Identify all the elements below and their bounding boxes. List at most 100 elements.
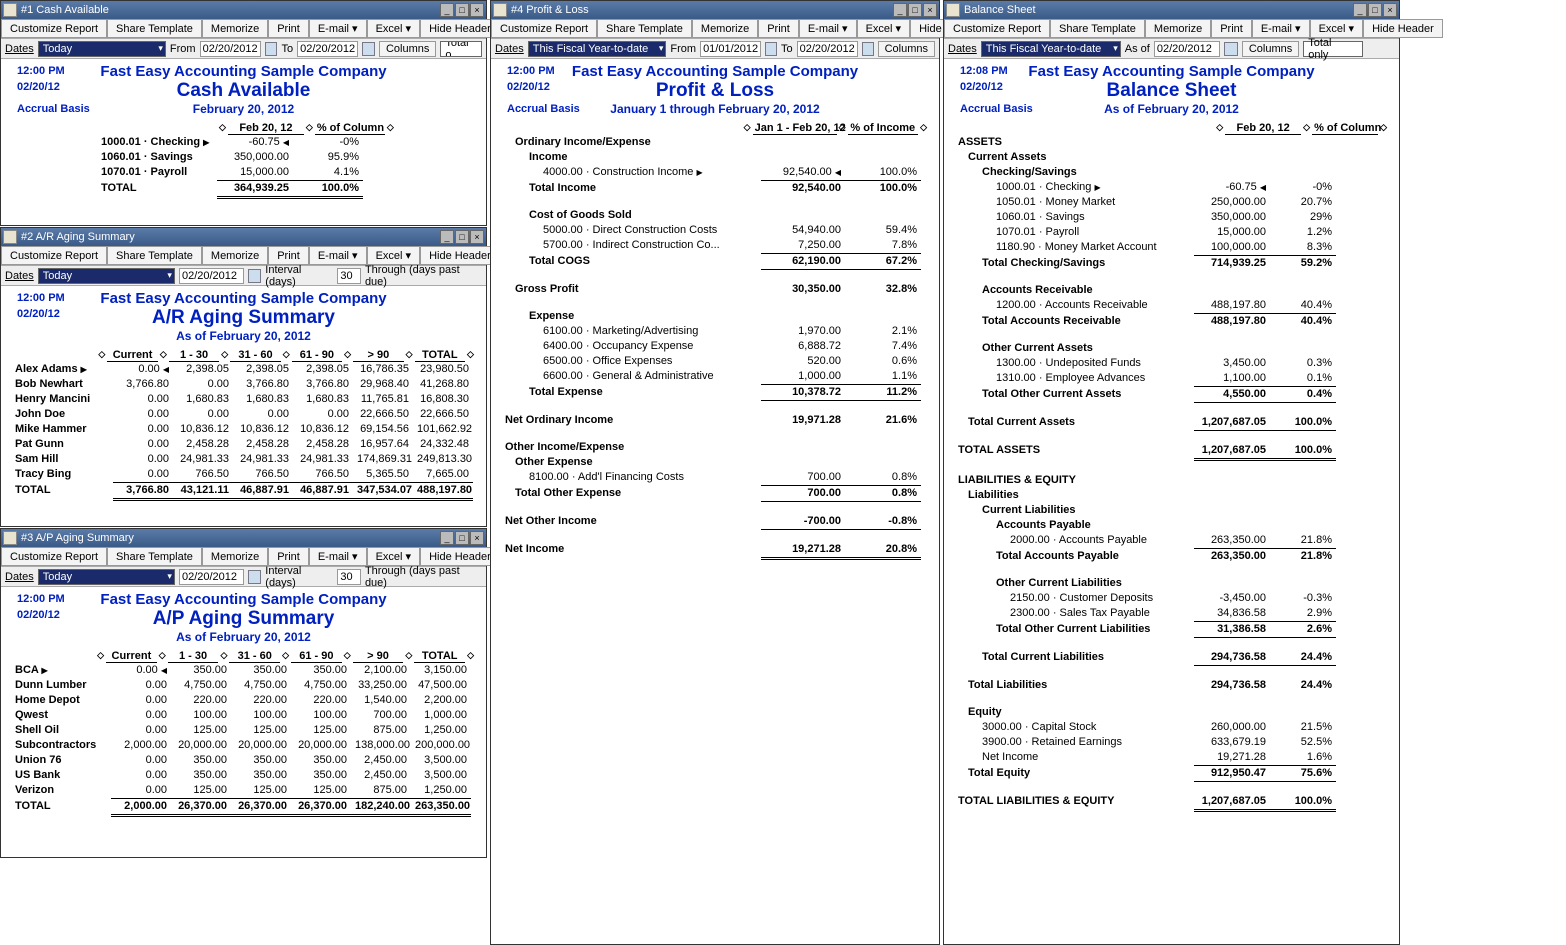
section-header[interactable]: Current Assets — [954, 150, 1389, 165]
close-button[interactable]: × — [470, 3, 484, 17]
section-header[interactable]: Expense — [501, 309, 929, 324]
table-row[interactable]: Union 760.00350.00350.00350.002,450.003,… — [11, 753, 476, 768]
table-row[interactable]: 2000.00 · Accounts Payable263,350.0021.8… — [954, 533, 1389, 549]
table-row[interactable]: 5700.00 · Indirect Construction Co...7,2… — [501, 238, 929, 254]
calendar-icon[interactable] — [362, 42, 375, 56]
table-row[interactable]: 1070.01 · Payroll15,000.004.1% — [97, 165, 476, 181]
table-row[interactable]: Total Accounts Payable263,350.0021.8% — [954, 549, 1389, 564]
section-header[interactable]: Current Liabilities — [954, 503, 1389, 518]
table-row[interactable]: John Doe0.000.000.000.0022,666.5022,666.… — [11, 407, 476, 422]
table-row[interactable]: Total Checking/Savings714,939.2559.2% — [954, 256, 1389, 271]
customize-report-button[interactable]: Customize Report — [1, 19, 107, 38]
calendar-icon[interactable] — [765, 42, 777, 56]
table-row[interactable]: Verizon0.00125.00125.00125.00875.001,250… — [11, 783, 476, 799]
print-button[interactable]: Print — [268, 547, 309, 566]
date-input[interactable]: 02/20/2012 — [179, 569, 244, 585]
print-button[interactable]: Print — [758, 19, 799, 38]
print-button[interactable]: Print — [1211, 19, 1252, 38]
table-row[interactable]: Total Other Current Liabilities31,386.58… — [954, 622, 1389, 638]
email-button[interactable]: E-mail ▾ — [799, 19, 857, 38]
from-date-input[interactable]: 01/01/2012 — [700, 41, 761, 57]
table-row[interactable]: 6400.00 · Occupancy Expense6,888.727.4% — [501, 339, 929, 354]
table-row[interactable]: 2300.00 · Sales Tax Payable34,836.582.9% — [954, 606, 1389, 622]
columns-select[interactable]: Total only — [1303, 41, 1363, 57]
date-input[interactable]: 02/20/2012 — [179, 268, 244, 284]
share-template-button[interactable]: Share Template — [597, 19, 692, 38]
dates-select[interactable]: Today — [38, 569, 175, 585]
section-header[interactable]: Other Current Liabilities — [954, 576, 1389, 591]
columns-button[interactable]: Columns — [379, 41, 436, 57]
hide-header-button[interactable]: Hide Header — [420, 547, 500, 566]
table-row[interactable]: 1180.90 · Money Market Account100,000.00… — [954, 240, 1389, 256]
table-row[interactable]: Mike Hammer0.0010,836.1210,836.1210,836.… — [11, 422, 476, 437]
titlebar[interactable]: #2 A/R Aging Summary _□× — [1, 228, 486, 246]
section-header[interactable]: Equity — [954, 705, 1389, 720]
section-header[interactable]: Liabilities — [954, 488, 1389, 503]
minimize-button[interactable]: _ — [440, 531, 454, 545]
columns-select[interactable]: Total o — [440, 41, 482, 57]
minimize-button[interactable]: _ — [1353, 3, 1367, 17]
table-row[interactable]: 1200.00 · Accounts Receivable488,197.804… — [954, 298, 1389, 314]
table-row[interactable]: 1050.01 · Money Market250,000.0020.7% — [954, 195, 1389, 210]
close-button[interactable]: × — [923, 3, 937, 17]
table-row[interactable]: 1000.01 · Checking ▶-60.75 ◀-0% — [97, 135, 476, 150]
calendar-icon[interactable] — [862, 42, 874, 56]
table-row[interactable]: Net Ordinary Income19,971.2821.6% — [501, 413, 929, 428]
table-row[interactable]: Dunn Lumber0.004,750.004,750.004,750.003… — [11, 678, 476, 693]
table-row[interactable]: Henry Mancini0.001,680.831,680.831,680.8… — [11, 392, 476, 407]
email-button[interactable]: E-mail ▾ — [309, 246, 367, 265]
table-row[interactable]: Net Other Income-700.00-0.8% — [501, 514, 929, 530]
to-date-input[interactable]: 02/20/2012 — [297, 41, 358, 57]
table-row[interactable]: Net Income19,271.2820.8% — [501, 542, 929, 560]
table-row[interactable]: 1070.01 · Payroll15,000.001.2% — [954, 225, 1389, 240]
close-button[interactable]: × — [470, 230, 484, 244]
table-row[interactable]: Tracy Bing0.00766.50766.50766.505,365.50… — [11, 467, 476, 483]
memorize-button[interactable]: Memorize — [692, 19, 758, 38]
memorize-button[interactable]: Memorize — [202, 19, 268, 38]
table-row[interactable]: 3000.00 · Capital Stock260,000.0021.5% — [954, 720, 1389, 735]
table-row[interactable]: Qwest0.00100.00100.00100.00700.001,000.0… — [11, 708, 476, 723]
table-row[interactable]: Total Other Current Assets4,550.000.4% — [954, 387, 1389, 403]
table-row[interactable]: 2150.00 · Customer Deposits-3,450.00-0.3… — [954, 591, 1389, 606]
table-row[interactable]: Bob Newhart3,766.800.003,766.803,766.802… — [11, 377, 476, 392]
dates-select[interactable]: Today — [38, 41, 166, 57]
memorize-button[interactable]: Memorize — [1145, 19, 1211, 38]
to-date-input[interactable]: 02/20/2012 — [797, 41, 858, 57]
section-header[interactable]: Cost of Goods Sold — [501, 208, 929, 223]
table-row[interactable]: Sam Hill0.0024,981.3324,981.3324,981.331… — [11, 452, 476, 467]
table-row[interactable]: Total Other Expense700.000.8% — [501, 486, 929, 502]
table-row[interactable]: 6100.00 · Marketing/Advertising1,970.002… — [501, 324, 929, 339]
table-row[interactable]: Pat Gunn0.002,458.282,458.282,458.2816,9… — [11, 437, 476, 452]
table-row[interactable]: Alex Adams ▶0.00 ◀2,398.052,398.052,398.… — [11, 362, 476, 377]
share-template-button[interactable]: Share Template — [107, 246, 202, 265]
section-header[interactable]: Accounts Receivable — [954, 283, 1389, 298]
from-date-input[interactable]: 02/20/2012 — [200, 41, 261, 57]
hide-header-button[interactable]: Hide Header — [420, 246, 500, 265]
table-row[interactable]: Subcontractors2,000.0020,000.0020,000.00… — [11, 738, 476, 753]
table-row[interactable]: 4000.00 · Construction Income ▶92,540.00… — [501, 165, 929, 181]
excel-button[interactable]: Excel ▾ — [367, 547, 420, 566]
maximize-button[interactable]: □ — [455, 230, 469, 244]
section-header[interactable]: Other Current Assets — [954, 341, 1389, 356]
customize-report-button[interactable]: Customize Report — [1, 246, 107, 265]
table-row[interactable]: 5000.00 · Direct Construction Costs54,94… — [501, 223, 929, 238]
table-total-row[interactable]: TOTAL364,939.25100.0% — [97, 181, 476, 199]
date-input[interactable]: 02/20/2012 — [1154, 41, 1220, 57]
hide-header-button[interactable]: Hide Header — [1363, 19, 1443, 38]
table-row[interactable]: Total Equity912,950.4775.6% — [954, 766, 1389, 782]
dates-select[interactable]: Today — [38, 268, 175, 284]
customize-report-button[interactable]: Customize Report — [1, 547, 107, 566]
columns-button[interactable]: Columns — [1242, 41, 1299, 57]
table-row[interactable]: Shell Oil0.00125.00125.00125.00875.001,2… — [11, 723, 476, 738]
excel-button[interactable]: Excel ▾ — [367, 246, 420, 265]
minimize-button[interactable]: _ — [440, 230, 454, 244]
titlebar[interactable]: Balance Sheet _□× — [944, 1, 1399, 19]
table-row[interactable]: Total COGS62,190.0067.2% — [501, 254, 929, 270]
table-row[interactable]: 1000.01 · Checking ▶-60.75 ◀-0% — [954, 180, 1389, 195]
table-row[interactable]: 1060.01 · Savings350,000.0095.9% — [97, 150, 476, 165]
table-total-row[interactable]: TOTAL3,766.8043,121.1146,887.9146,887.91… — [11, 483, 476, 501]
table-row[interactable]: Gross Profit30,350.0032.8% — [501, 282, 929, 297]
section-header[interactable]: Income — [501, 150, 929, 165]
titlebar[interactable]: #1 Cash Available _ □ × — [1, 1, 486, 19]
table-row[interactable]: TOTAL ASSETS1,207,687.05100.0% — [954, 443, 1389, 461]
